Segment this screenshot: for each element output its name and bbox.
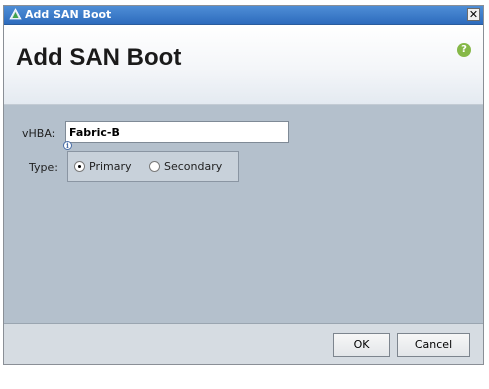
primary-radio[interactable] [74,161,85,172]
dialog-header: Add SAN Boot ? [4,25,483,105]
primary-radio-label[interactable]: Primary [89,161,132,172]
secondary-radio[interactable] [149,161,160,172]
close-button[interactable]: ✕ [467,8,480,21]
dialog-content: vHBA: i Type: Primary Secondary [4,105,483,323]
vhba-input[interactable] [65,121,289,143]
type-radio-group: Primary Secondary [67,151,239,182]
secondary-radio-label[interactable]: Secondary [164,161,222,172]
dialog-footer: OK Cancel [4,323,483,364]
info-icon: i [63,141,72,150]
app-logo-icon [9,8,22,20]
ok-button[interactable]: OK [333,333,390,357]
help-icon[interactable]: ? [457,43,471,57]
cancel-button[interactable]: Cancel [397,333,470,357]
page-title: Add SAN Boot [16,44,182,71]
add-san-boot-dialog: Add SAN Boot ✕ Add SAN Boot ? vHBA: i Ty… [3,5,484,365]
title-bar[interactable]: Add SAN Boot ✕ [4,6,483,25]
type-label: Type: [29,161,58,174]
window-title: Add SAN Boot [25,8,112,21]
vhba-label: vHBA: [22,127,56,140]
